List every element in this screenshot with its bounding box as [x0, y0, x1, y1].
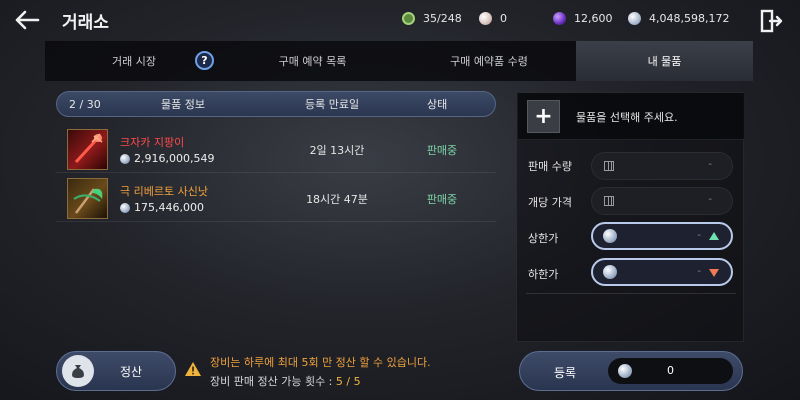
- min-price-label: 하한가: [528, 268, 559, 281]
- item-name: 크자카 지팡이: [120, 136, 185, 149]
- item-select-slot[interactable]: + 물품을 선택해 주세요.: [518, 93, 744, 140]
- silver-coin-icon: [120, 153, 130, 164]
- warning-icon: [184, 361, 202, 377]
- settle-button[interactable]: 정산: [56, 351, 176, 391]
- quantity-label: 판매 수량: [528, 160, 572, 173]
- max-price-field[interactable]: -: [591, 222, 733, 250]
- min-price-field[interactable]: -: [591, 258, 733, 286]
- col-status: 상태: [427, 98, 448, 111]
- bag-capacity-counter: 35/248: [402, 9, 462, 27]
- settle-limit-notice: 장비는 하루에 최대 5회 만 정산 할 수 있습니다.: [210, 356, 431, 369]
- down-arrow-icon[interactable]: [709, 269, 719, 277]
- item-count: 2 / 30: [69, 97, 101, 111]
- tab-reservation-list[interactable]: 구매 예약 목록: [223, 41, 402, 81]
- status-badge: 판매중: [426, 144, 458, 157]
- up-arrow-icon[interactable]: [709, 232, 719, 240]
- settle-count: 5 / 5: [335, 375, 361, 388]
- purple-gem-counter: 12,600: [553, 9, 613, 27]
- expiry-time: 2일 13시간: [309, 144, 365, 157]
- plus-icon[interactable]: +: [527, 100, 560, 133]
- silver-coin-icon: [603, 229, 617, 243]
- staff-item-icon: [67, 129, 108, 170]
- col-expiry: 등록 만료일: [305, 98, 360, 111]
- purple-gem-icon: [553, 11, 566, 25]
- status-badge: 판매중: [426, 193, 458, 206]
- col-item-info: 물품 정보: [161, 98, 205, 111]
- register-button[interactable]: 등록 0: [519, 351, 743, 391]
- exit-door-icon[interactable]: [758, 8, 784, 34]
- settle-count-notice: 장비 판매 정산 가능 횟수 : 5 / 5: [210, 375, 361, 388]
- select-hint: 물품을 선택해 주세요.: [576, 111, 678, 124]
- panel-divider: [526, 293, 736, 294]
- max-price-label: 상한가: [528, 232, 559, 245]
- scythe-item-icon: [67, 178, 108, 219]
- register-total-field: 0: [608, 358, 733, 384]
- back-arrow-icon[interactable]: [10, 6, 44, 34]
- table-row[interactable]: 극 리베르토 사신낫 175,446,000 18시간 47분 판매중: [56, 174, 496, 222]
- expiry-time: 18시간 47분: [306, 193, 368, 206]
- item-table-header: 2 / 30 물품 정보 등록 만료일 상태: [56, 91, 496, 117]
- unit-price-field[interactable]: -: [591, 187, 733, 215]
- silver-counter: 4,048,598,172: [628, 9, 729, 27]
- silver-coin-icon: [603, 265, 617, 279]
- unit-price-label: 개당 가격: [528, 196, 572, 209]
- pearl-counter: 0: [479, 9, 507, 27]
- item-price: 2,916,000,549: [120, 152, 214, 165]
- money-bag-icon: [62, 355, 94, 387]
- item-price: 175,446,000: [120, 201, 204, 214]
- item-name: 극 리베르토 사신낫: [120, 185, 208, 198]
- keypad-icon: [604, 196, 614, 206]
- tab-bar: 거래 시장 ? 구매 예약 목록 구매 예약품 수령 내 물품: [45, 41, 753, 81]
- tab-reservation-receive[interactable]: 구매 예약품 수령: [402, 41, 576, 81]
- keypad-icon: [604, 161, 614, 171]
- quantity-field[interactable]: -: [591, 152, 733, 180]
- bag-capacity-icon: [402, 11, 415, 25]
- table-row[interactable]: 크자카 지팡이 2,916,000,549 2일 13시간 판매중: [56, 125, 496, 173]
- pearl-icon: [479, 11, 492, 25]
- tab-my-items[interactable]: 내 물품: [576, 41, 753, 81]
- silver-coin-icon: [120, 202, 130, 213]
- help-icon[interactable]: ?: [195, 51, 214, 70]
- silver-coin-icon: [628, 11, 641, 25]
- page-title: 거래소: [62, 13, 109, 33]
